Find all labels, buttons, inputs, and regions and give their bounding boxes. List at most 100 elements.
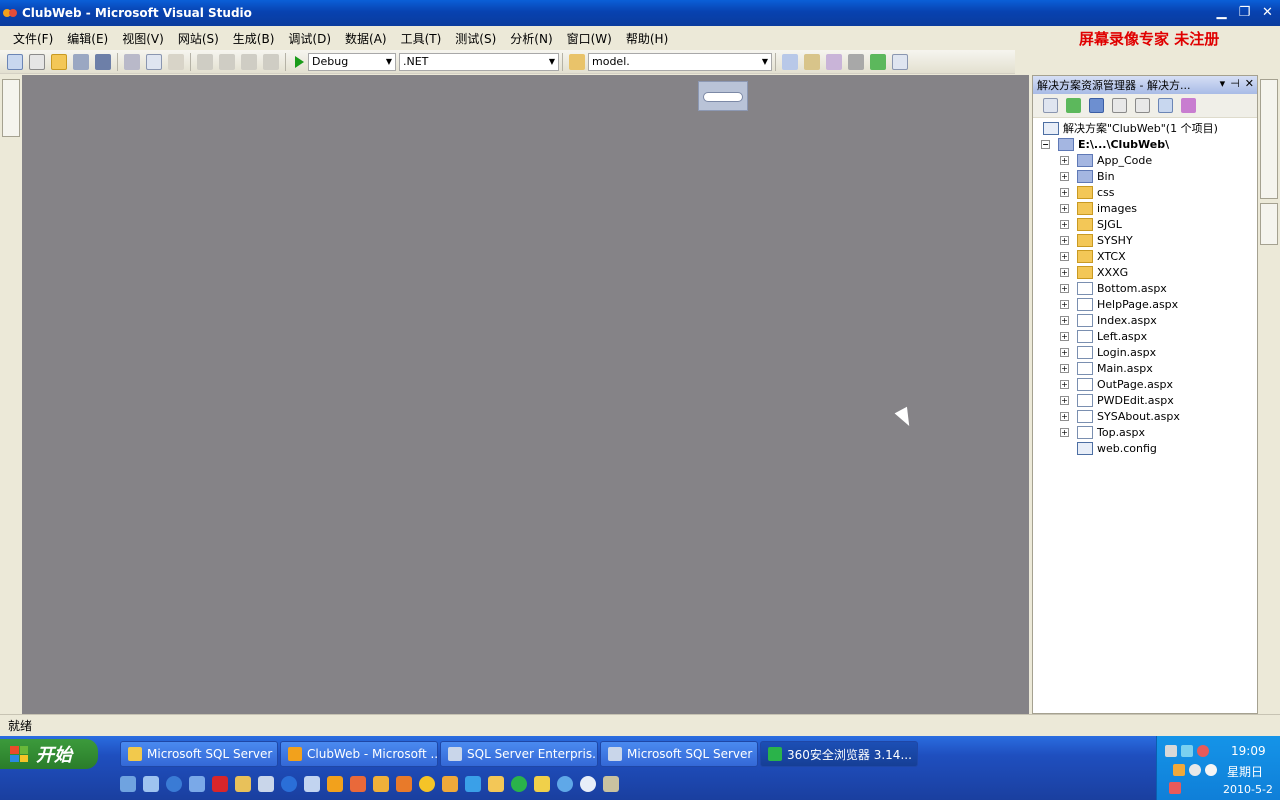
menu-debug[interactable]: 调试(D) (281, 30, 338, 47)
tree-item[interactable]: + OutPage.aspx (1033, 376, 1257, 392)
solution-explorer-tab[interactable] (1260, 79, 1278, 199)
quick-launch-icon[interactable] (465, 776, 481, 792)
tree-item[interactable]: + XTCX (1033, 248, 1257, 264)
tree-item[interactable]: + Left.aspx (1033, 328, 1257, 344)
tree-item[interactable]: + HelpPage.aspx (1033, 296, 1257, 312)
menu-test[interactable]: 测试(S) (448, 30, 503, 47)
expand-icon[interactable]: + (1060, 331, 1069, 341)
quick-launch-icon[interactable] (189, 776, 205, 792)
tree-item[interactable]: + PWDEdit.aspx (1033, 392, 1257, 408)
properties-icon[interactable] (1043, 98, 1058, 113)
quick-launch-icon[interactable] (258, 776, 274, 792)
toolbox-icon[interactable] (848, 53, 864, 70)
document-area[interactable] (22, 75, 1029, 714)
chevron-down-icon[interactable]: ▾ (1220, 77, 1226, 90)
solution-platform-select[interactable]: .NET ▼ (399, 52, 559, 71)
wireless-icon[interactable] (1181, 745, 1193, 757)
tree-item[interactable]: + images (1033, 200, 1257, 216)
tree-item[interactable]: + SYSHY (1033, 232, 1257, 248)
expand-icon[interactable]: + (1060, 427, 1069, 437)
menu-analyze[interactable]: 分析(N) (503, 30, 559, 47)
menu-help[interactable]: 帮助(H) (619, 30, 675, 47)
pin-icon[interactable]: ⊣ (1230, 77, 1240, 90)
expand-icon[interactable]: + (1060, 251, 1069, 261)
find-in-files-icon[interactable] (569, 53, 585, 70)
tree-item[interactable]: + css (1033, 184, 1257, 200)
quick-launch-icon[interactable] (580, 776, 596, 792)
undo-icon[interactable] (197, 53, 213, 70)
tray-app-icon[interactable] (1189, 764, 1201, 776)
tray-app-icon[interactable] (1205, 764, 1217, 776)
taskbar-button[interactable]: ClubWeb - Microsoft ... (280, 741, 438, 767)
expand-icon[interactable]: + (1060, 155, 1069, 165)
security-icon[interactable] (1197, 745, 1209, 757)
minimize-button[interactable]: ▁ (1211, 3, 1232, 23)
close-icon[interactable]: ✕ (1245, 77, 1254, 90)
tree-item[interactable]: + Main.aspx (1033, 360, 1257, 376)
open-folder-icon[interactable] (51, 53, 67, 70)
tree-item[interactable]: + SJGL (1033, 216, 1257, 232)
quick-launch-icon[interactable] (350, 776, 366, 792)
properties-tab[interactable] (1260, 203, 1278, 245)
acrobat-icon[interactable] (212, 776, 228, 792)
nest-files-icon[interactable] (1089, 98, 1104, 113)
quick-launch-icon[interactable] (281, 776, 297, 792)
tree-item[interactable]: + XXXG (1033, 264, 1257, 280)
tree-item[interactable]: + Bottom.aspx (1033, 280, 1257, 296)
quick-launch-icon[interactable] (442, 776, 458, 792)
menu-data[interactable]: 数据(A) (338, 30, 394, 47)
expand-icon[interactable]: + (1060, 187, 1069, 197)
quick-launch-icon[interactable] (396, 776, 412, 792)
expand-icon[interactable]: + (1060, 235, 1069, 245)
paste-icon[interactable] (168, 53, 184, 70)
expand-icon[interactable]: + (1060, 219, 1069, 229)
tree-item[interactable]: + Index.aspx (1033, 312, 1257, 328)
expand-icon[interactable]: + (1060, 411, 1069, 421)
start-debugging-icon[interactable] (295, 55, 304, 68)
expand-icon[interactable]: + (1060, 203, 1069, 213)
expand-icon[interactable]: + (1060, 267, 1069, 277)
redo-icon[interactable] (219, 53, 235, 70)
quick-launch-icon[interactable] (557, 776, 573, 792)
object-browser-icon[interactable] (826, 53, 842, 70)
cut-icon[interactable] (124, 53, 140, 70)
browser-360-icon[interactable] (511, 776, 527, 792)
menu-window[interactable]: 窗口(W) (560, 30, 619, 47)
expand-icon[interactable]: + (1060, 171, 1069, 181)
solution-explorer-icon[interactable] (782, 53, 798, 70)
close-button[interactable]: ✕ (1257, 3, 1278, 23)
expand-icon[interactable]: + (1060, 315, 1069, 325)
navigate-forward-icon[interactable] (263, 53, 279, 70)
new-project-icon[interactable] (7, 53, 23, 70)
expand-icon[interactable]: + (1060, 363, 1069, 373)
start-page-icon[interactable] (870, 53, 886, 70)
quick-launch-icon[interactable] (235, 776, 251, 792)
visual-studio-icon[interactable] (327, 776, 343, 792)
view-code-icon[interactable] (1112, 98, 1127, 113)
copy-website-icon[interactable] (1158, 98, 1173, 113)
quick-launch-icon[interactable] (143, 776, 159, 792)
expand-icon[interactable]: + (1060, 395, 1069, 405)
taskbar-button[interactable]: Microsoft SQL Server ... (600, 741, 758, 767)
quick-launch-icon[interactable] (419, 776, 435, 792)
view-designer-icon[interactable] (1135, 98, 1150, 113)
refresh-icon[interactable] (1066, 98, 1081, 113)
menu-build[interactable]: 生成(B) (226, 30, 282, 47)
add-item-icon[interactable] (29, 53, 45, 70)
menu-view[interactable]: 视图(V) (115, 30, 171, 47)
tree-item[interactable]: + Login.aspx (1033, 344, 1257, 360)
clock-time[interactable]: 19:09 (1231, 744, 1266, 758)
save-icon[interactable] (73, 53, 89, 70)
taskbar-button[interactable]: SQL Server Enterpris... (440, 741, 598, 767)
quick-launch-icon[interactable] (534, 776, 550, 792)
expand-icon[interactable]: + (1060, 299, 1069, 309)
taskbar-button[interactable]: 360安全浏览器 3.14... (760, 741, 918, 767)
quick-launch-icon[interactable] (603, 776, 619, 792)
menu-file[interactable]: 文件(F) (6, 30, 60, 47)
menu-tools[interactable]: 工具(T) (394, 30, 449, 47)
tree-item[interactable]: + SYSAbout.aspx (1033, 408, 1257, 424)
navigate-backward-icon[interactable] (241, 53, 257, 70)
toolbox-tab[interactable] (2, 79, 20, 137)
network-icon[interactable] (1165, 745, 1177, 757)
qq-icon[interactable] (1173, 764, 1185, 776)
